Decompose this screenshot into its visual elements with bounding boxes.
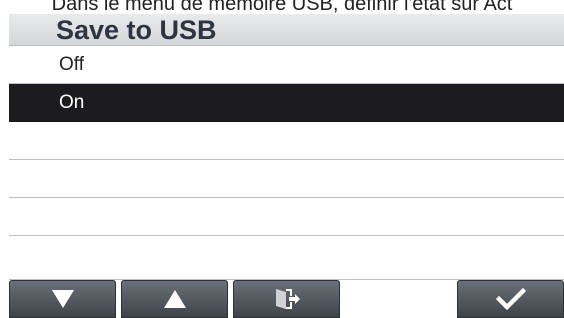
up-triangle-icon [163, 290, 186, 308]
bottom-toolbar [9, 280, 564, 318]
option-label: Off [59, 54, 84, 75]
empty-row [9, 198, 564, 236]
option-row-on[interactable]: On [9, 84, 564, 122]
scroll-down-button[interactable] [9, 280, 116, 318]
option-label: On [59, 92, 85, 113]
empty-row [9, 160, 564, 198]
title-bar: Save to USB [9, 14, 564, 46]
empty-row [9, 122, 564, 160]
exit-button[interactable] [233, 280, 340, 318]
exit-door-icon [275, 289, 300, 309]
caption-text: Dans le menu de mémoire USB, définir l'é… [51, 0, 513, 14]
down-triangle-icon [51, 290, 74, 308]
checkmark-icon [495, 288, 526, 310]
page-title: Save to USB [56, 15, 217, 45]
option-row-off[interactable]: Off [9, 46, 564, 84]
scroll-up-button[interactable] [121, 280, 228, 318]
confirm-button[interactable] [457, 280, 564, 318]
device-screen: Save to USB Off On [9, 14, 564, 318]
empty-row [9, 236, 564, 280]
